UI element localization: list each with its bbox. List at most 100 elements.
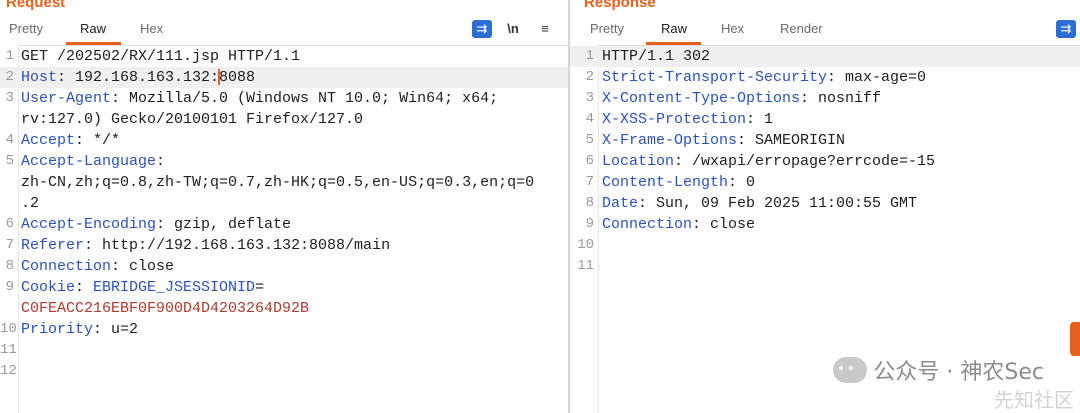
request-tab-hex[interactable]: Hex <box>140 21 163 36</box>
menu-icon[interactable]: ≡ <box>535 20 555 38</box>
request-line: 3 User-Agent: Mozilla/5.0 (Windows NT 10.… <box>0 88 569 109</box>
request-line: 1 GET /202502/RX/111.jsp HTTP/1.1 <box>0 46 569 67</box>
request-line-number: 2 <box>5 69 14 85</box>
request-line: 10 Priority: u=2 <box>0 319 569 340</box>
response-line-text: Content-Length: 0 <box>602 172 755 193</box>
header-name: Cookie <box>21 279 76 296</box>
header-name: Strict-Transport-Security <box>602 69 828 86</box>
response-line-number: 11 <box>577 258 594 274</box>
header-value: : /wxapi/erropage?errcode=-15 <box>674 153 936 170</box>
header-value: : gzip, deflate <box>156 216 292 233</box>
request-line: .2 <box>0 193 569 214</box>
header-value: : u=2 <box>93 321 139 338</box>
request-line-number: 5 <box>5 153 14 169</box>
header-value: : Sun, 09 Feb 2025 11:00:55 GMT <box>638 195 918 212</box>
header-value: : 0 <box>728 174 756 191</box>
header-name: User-Agent <box>21 90 112 107</box>
cookie-value: C0FEACC216EBF0F900D4D4203264D92B <box>21 300 310 317</box>
header-name: Connection <box>602 216 693 233</box>
response-line: 9 Connection: close <box>570 214 1080 235</box>
request-line: zh-CN,zh;q=0.8,zh-TW;q=0.7,zh-HK;q=0.5,e… <box>0 172 569 193</box>
response-title: Response <box>584 0 656 11</box>
request-tab-raw[interactable]: Raw <box>80 21 106 36</box>
request-line: rv:127.0) Gecko/20100101 Firefox/127.0 <box>0 109 569 130</box>
request-line-text: zh-CN,zh;q=0.8,zh-TW;q=0.7,zh-HK;q=0.5,e… <box>21 172 534 193</box>
request-line-number: 9 <box>5 279 14 295</box>
header-value: : close <box>111 258 175 275</box>
side-badge-icon <box>1070 322 1080 356</box>
request-line-text: Accept-Encoding: gzip, deflate <box>21 214 291 235</box>
header-value: GET /202502/RX/111.jsp HTTP/1.1 <box>21 48 301 65</box>
response-line: 4 X-XSS-Protection: 1 <box>570 109 1080 130</box>
header-name: Host <box>21 69 58 86</box>
response-line-number: 1 <box>585 48 594 64</box>
response-line-text: Location: /wxapi/erropage?errcode=-15 <box>602 151 935 172</box>
request-line-text: User-Agent: Mozilla/5.0 (Windows NT 10.0… <box>21 88 498 109</box>
request-line: 8 Connection: close <box>0 256 569 277</box>
response-line-text: Connection: close <box>602 214 755 235</box>
response-line-text: X-Frame-Options: SAMEORIGIN <box>602 130 845 151</box>
response-line-number: 3 <box>585 90 594 106</box>
header-value: : */* <box>75 132 121 149</box>
header-name: X-Frame-Options <box>602 132 738 149</box>
response-line-number: 8 <box>585 195 594 211</box>
response-tab-render[interactable]: Render <box>780 21 823 36</box>
response-line-number: 6 <box>585 153 594 169</box>
header-name: Content-Length <box>602 174 729 191</box>
header-name: Accept <box>21 132 76 149</box>
response-line: 6 Location: /wxapi/erropage?errcode=-15 <box>570 151 1080 172</box>
response-line-text: X-XSS-Protection: 1 <box>602 109 773 130</box>
response-line: 3 X-Content-Type-Options: nosniff <box>570 88 1080 109</box>
request-line-text: Priority: u=2 <box>21 319 138 340</box>
response-wrap-lines-icon[interactable]: ⇉ <box>1056 20 1076 38</box>
response-tab-pretty[interactable]: Pretty <box>590 21 624 36</box>
header-value: : 1 <box>746 111 774 128</box>
header-value: : <box>75 279 94 296</box>
header-value: : max-age=0 <box>827 69 927 86</box>
header-value: : 192.168.163.132: <box>57 69 220 86</box>
response-line: 10 <box>570 235 1080 256</box>
request-pane: Request Pretty Raw Hex ⇉ \n ≡ 1 GET /2025… <box>0 0 569 413</box>
response-tab-raw[interactable]: Raw <box>661 21 687 36</box>
response-line-number: 10 <box>577 237 594 253</box>
response-tab-hex[interactable]: Hex <box>721 21 744 36</box>
response-line-text: Date: Sun, 09 Feb 2025 11:00:55 GMT <box>602 193 917 214</box>
request-line-text: Accept: */* <box>21 130 120 151</box>
response-line: 11 <box>570 256 1080 277</box>
header-value: : nosniff <box>800 90 882 107</box>
response-line: 5 X-Frame-Options: SAMEORIGIN <box>570 130 1080 151</box>
request-line: 12 <box>0 361 569 382</box>
request-line-text: Host: 192.168.163.132:8088 <box>21 67 255 88</box>
header-value: : <box>156 153 166 170</box>
response-line: 8 Date: Sun, 09 Feb 2025 11:00:55 GMT <box>570 193 1080 214</box>
response-line: 1 HTTP/1.1 302 <box>570 46 1080 67</box>
header-name: Accept-Language <box>21 153 157 170</box>
request-tab-pretty[interactable]: Pretty <box>9 21 43 36</box>
response-line-number: 4 <box>585 111 594 127</box>
request-line-number: 6 <box>5 216 14 232</box>
header-name: Priority <box>21 321 94 338</box>
header-value: : SAMEORIGIN <box>737 132 846 149</box>
show-newlines-icon[interactable]: \n <box>503 20 523 38</box>
header-name: X-XSS-Protection <box>602 111 747 128</box>
request-line: 11 <box>0 340 569 361</box>
request-line-number: 12 <box>0 363 17 379</box>
response-editor[interactable]: 1 HTTP/1.1 302 2 Strict-Transport-Security:… <box>570 46 1080 277</box>
request-line-text: Cookie: EBRIDGE_JSESSIONID= <box>21 277 264 298</box>
wrap-lines-icon[interactable]: ⇉ <box>472 20 492 38</box>
header-name: Location <box>602 153 675 170</box>
request-line-number: 4 <box>5 132 14 148</box>
request-editor[interactable]: 1 GET /202502/RX/111.jsp HTTP/1.1 2 Host: 1… <box>0 46 569 382</box>
header-value: : close <box>692 216 756 233</box>
request-line: 6 Accept-Encoding: gzip, deflate <box>0 214 569 235</box>
request-line-text: Referer: http://192.168.163.132:8088/mai… <box>21 235 390 256</box>
watermark: 公众号 · 神农Sec <box>833 354 1044 386</box>
request-title: Request <box>6 0 66 11</box>
response-pane: Response Pretty Raw Hex Render ⇉ 1 HTTP/1… <box>570 0 1080 413</box>
header-name: EBRIDGE_JSESSIONID <box>93 279 256 296</box>
header-value: rv:127.0) Gecko/20100101 Firefox/127.0 <box>21 111 364 128</box>
header-name: Referer <box>21 237 85 254</box>
request-line-number: 8 <box>5 258 14 274</box>
request-line-number: 1 <box>5 48 14 64</box>
request-line-text: Connection: close <box>21 256 174 277</box>
